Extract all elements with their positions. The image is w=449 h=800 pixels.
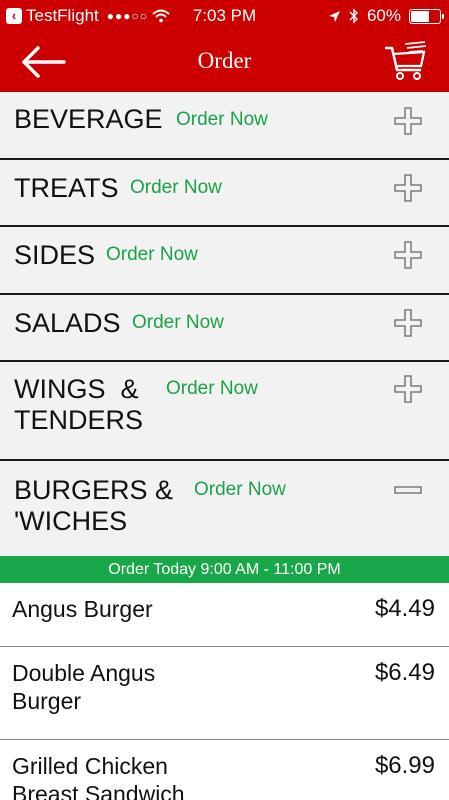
status-left: ‹ TestFlight ●●●○○ [6, 6, 170, 26]
battery-icon [409, 8, 444, 24]
back-to-app-icon[interactable]: ‹ [6, 8, 22, 24]
order-now-link[interactable]: Order Now [194, 479, 286, 501]
cart-icon[interactable] [383, 40, 429, 82]
collapse-minus-icon[interactable] [393, 475, 423, 505]
location-arrow-icon [328, 10, 340, 22]
order-now-link[interactable]: Order Now [130, 177, 222, 199]
expand-plus-icon[interactable] [393, 374, 423, 404]
menu-item-price: $4.49 [374, 595, 435, 622]
menu-item-name-line2: Breast Sandwich [12, 781, 185, 800]
wifi-icon [152, 9, 170, 23]
category-salads[interactable]: SALADS Order Now [0, 295, 449, 362]
expand-plus-icon[interactable] [393, 106, 423, 136]
menu-item-double-angus-burger[interactable]: Double Angus Burger $6.49 [0, 647, 449, 740]
category-treats[interactable]: TREATS Order Now [0, 160, 449, 227]
menu-item-name: Double Angus Burger [12, 659, 312, 715]
menu-item-name-line1: Grilled Chicken [12, 753, 168, 779]
category-name: SALADS [14, 308, 121, 338]
category-name-line1: BURGERS & [14, 475, 174, 505]
battery-percent: 60% [366, 6, 401, 25]
order-now-link[interactable]: Order Now [166, 378, 258, 400]
menu-item-name-line1: Double Angus [12, 660, 156, 686]
signal-strength-icon: ●●●○○ [106, 9, 148, 23]
back-arrow-icon[interactable] [18, 44, 68, 80]
category-name: SIDES [14, 240, 96, 270]
navigation-bar: Order [0, 32, 449, 92]
category-name: WINGS & TENDERS [14, 374, 143, 436]
order-now-link[interactable]: Order Now [176, 109, 268, 131]
menu-item-price: $6.99 [374, 752, 435, 779]
expand-plus-icon[interactable] [393, 173, 423, 203]
category-name: BEVERAGE [14, 104, 163, 134]
status-bar: ‹ TestFlight ●●●○○ 7:03 PM 60% [0, 0, 449, 32]
order-hours-banner: Order Today 9:00 AM - 11:00 PM [0, 556, 449, 583]
menu-item-name-line2: Burger [12, 688, 82, 714]
category-beverage[interactable]: BEVERAGE Order Now [0, 92, 449, 160]
order-now-link[interactable]: Order Now [132, 312, 224, 334]
battery-fill [411, 10, 429, 22]
category-name-line1: WINGS & [14, 374, 139, 404]
menu-item-grilled-chicken-sandwich[interactable]: Grilled Chicken Breast Sandwich $6.99 [0, 740, 449, 800]
menu-item-name: Grilled Chicken Breast Sandwich [12, 752, 312, 800]
expand-plus-icon[interactable] [393, 240, 423, 270]
category-list: BEVERAGE Order Now TREATS Order Now SIDE… [0, 92, 449, 556]
menu-item-list: Angus Burger $4.49 Double Angus Burger $… [0, 583, 449, 800]
category-name: BURGERS & 'WICHES [14, 475, 173, 537]
expand-plus-icon[interactable] [393, 308, 423, 338]
category-name: TREATS [14, 173, 119, 203]
bluetooth-icon [349, 8, 358, 24]
order-now-link[interactable]: Order Now [106, 244, 198, 266]
category-wings-tenders[interactable]: WINGS & TENDERS Order Now [0, 362, 449, 461]
status-right: 60% [328, 6, 444, 26]
category-name-line2: 'WICHES [14, 506, 128, 536]
category-name-line2: TENDERS [14, 405, 144, 435]
menu-item-angus-burger[interactable]: Angus Burger $4.49 [0, 583, 449, 647]
category-burgers-wiches[interactable]: BURGERS & 'WICHES Order Now [0, 461, 449, 556]
category-sides[interactable]: SIDES Order Now [0, 227, 449, 295]
menu-item-name: Angus Burger [12, 596, 153, 622]
carrier-label: TestFlight [26, 6, 99, 25]
menu-item-price: $6.49 [374, 659, 435, 686]
